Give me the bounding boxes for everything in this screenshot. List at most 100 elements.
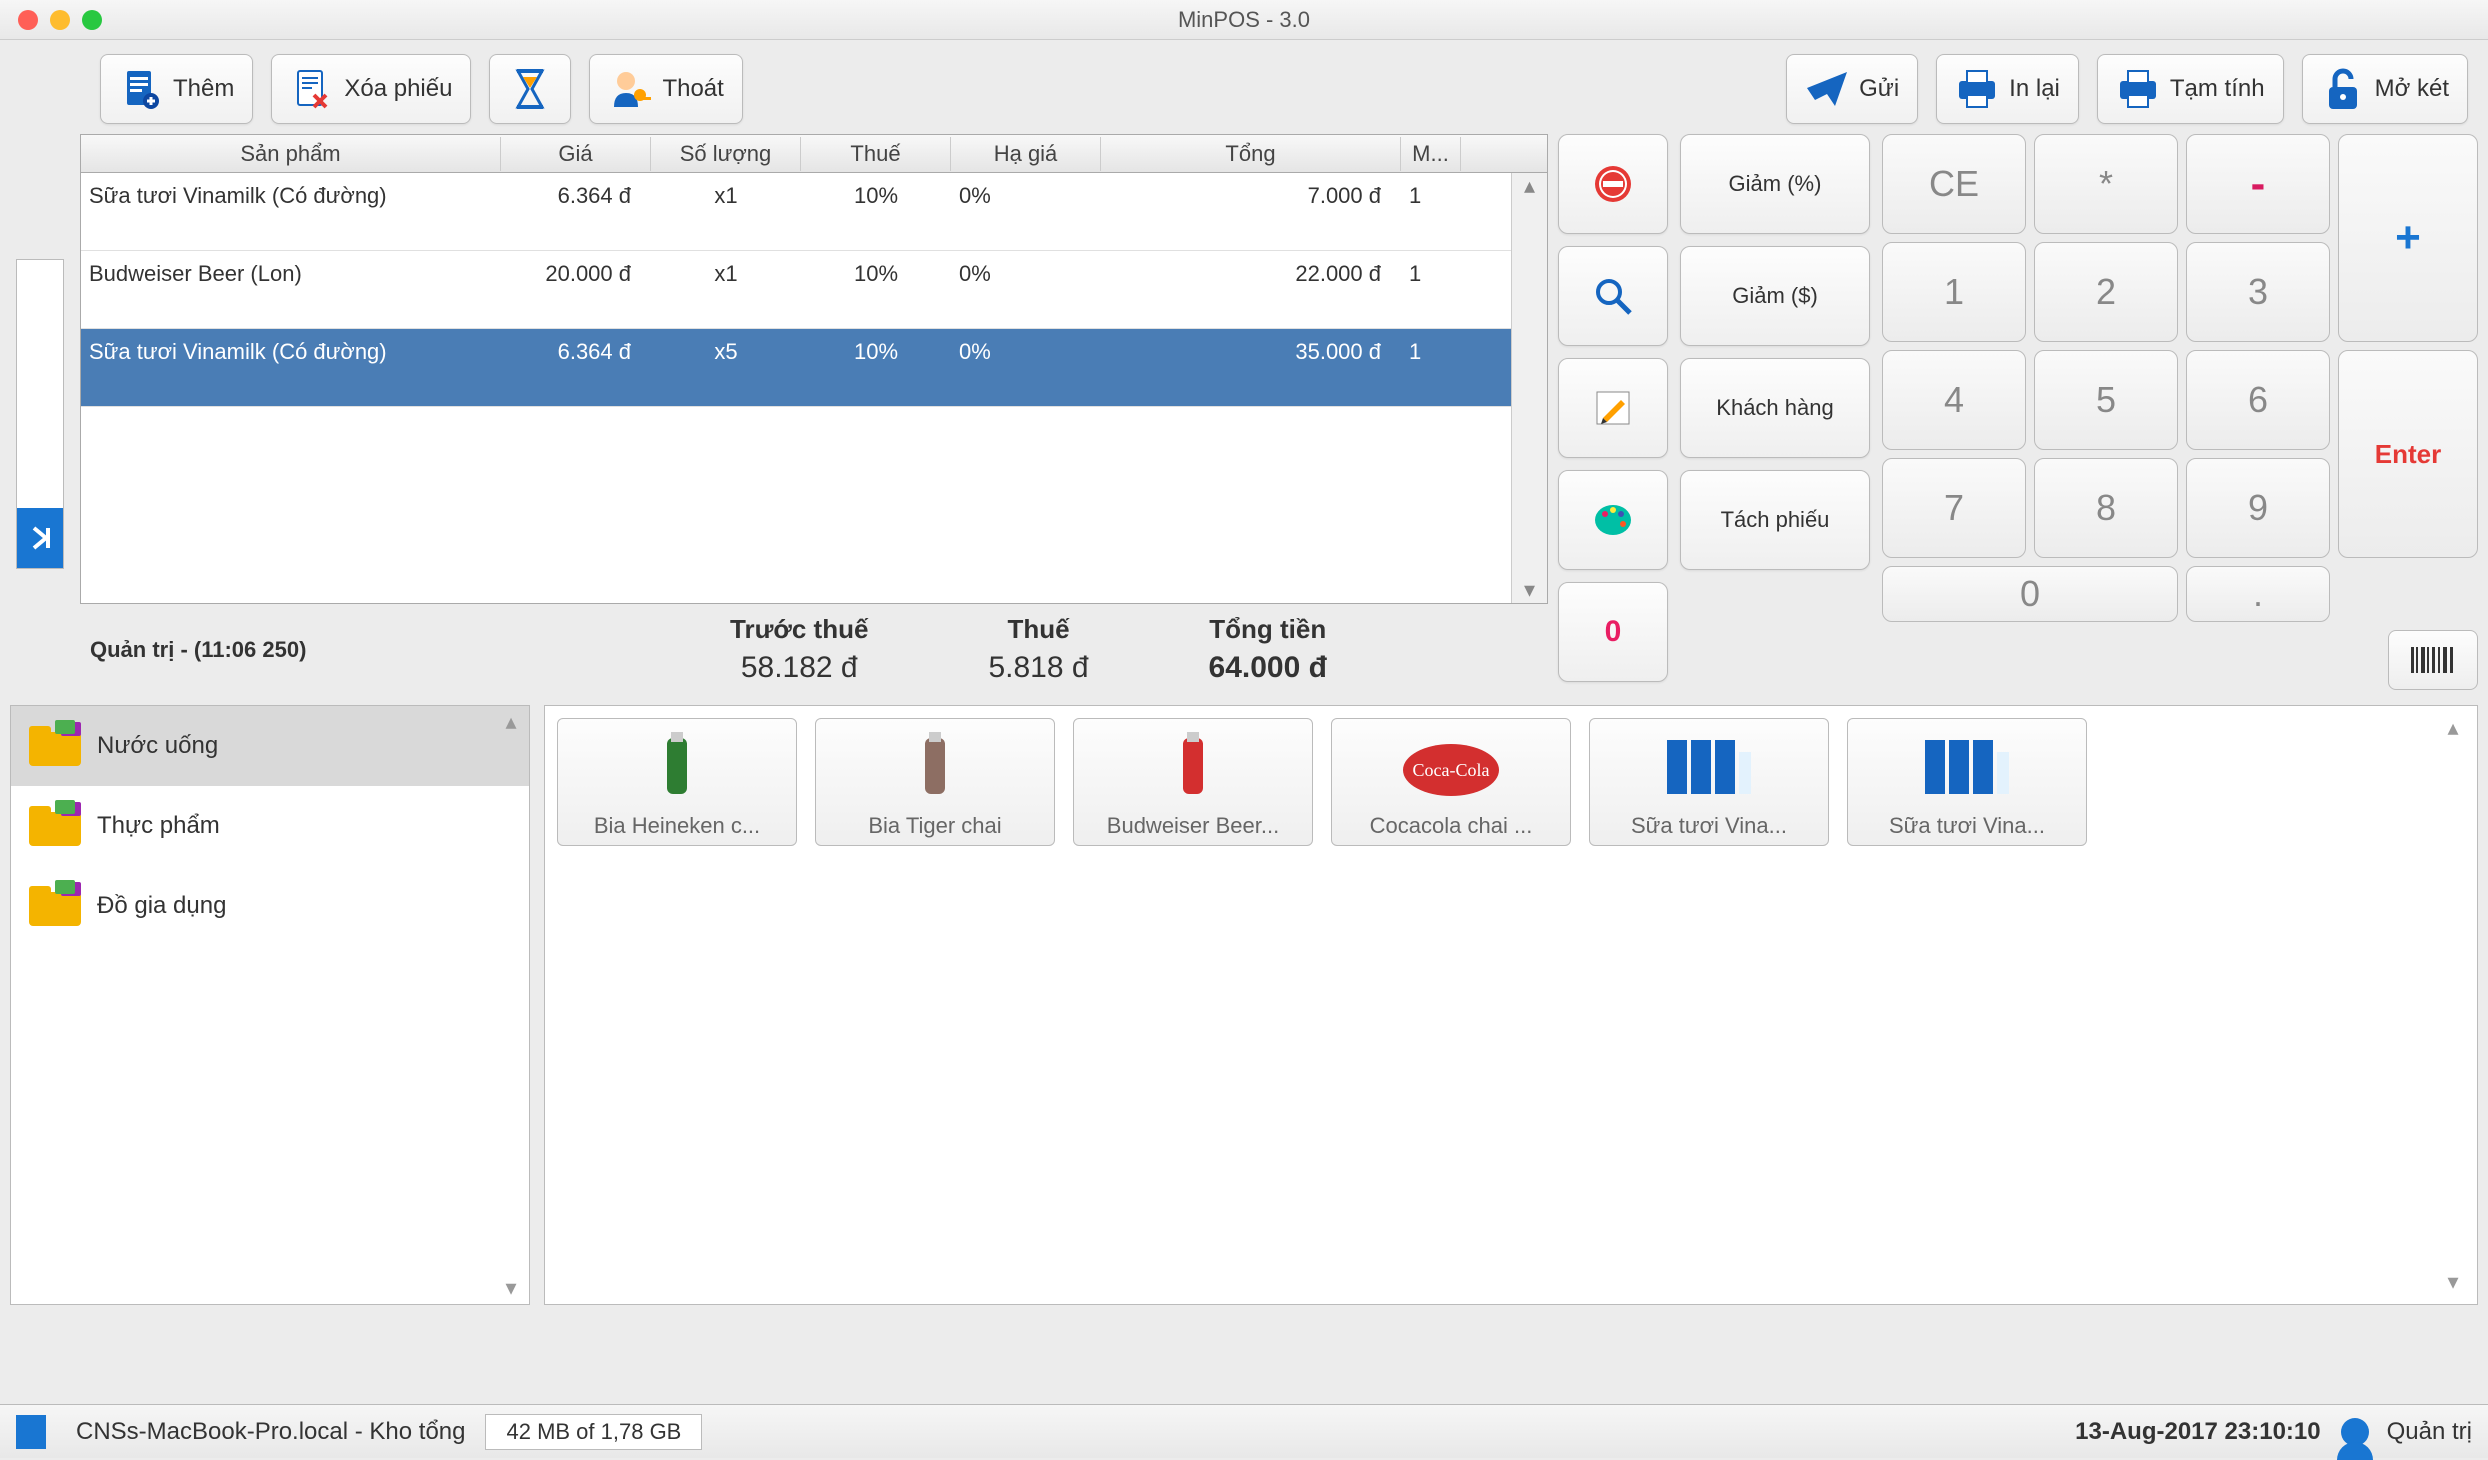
key-5[interactable]: 5	[2034, 350, 2178, 450]
chevron-right-icon	[26, 524, 54, 552]
product-name: Sữa tươi Vina...	[1596, 813, 1822, 839]
cell-tax: 10%	[801, 257, 951, 291]
key-enter[interactable]: Enter	[2338, 350, 2478, 558]
cell-total: 22.000 đ	[1101, 257, 1401, 291]
reprint-button-label: In lại	[2009, 75, 2060, 103]
product-card[interactable]: Bia Heineken c...	[557, 718, 797, 846]
cell-m: 1	[1401, 179, 1461, 213]
key-1[interactable]: 1	[1882, 242, 2026, 342]
status-user[interactable]: Quản trị	[2341, 1418, 2472, 1446]
edit-button[interactable]	[1558, 358, 1668, 458]
table-row[interactable]: Budweiser Beer (Lon)20.000 đx110%0%22.00…	[81, 251, 1547, 329]
product-name: Bia Tiger chai	[822, 813, 1048, 839]
product-card[interactable]: Bia Tiger chai	[815, 718, 1055, 846]
table-scrollbar[interactable]: ▴ ▾	[1511, 173, 1547, 603]
key-3[interactable]: 3	[2186, 242, 2330, 342]
send-button[interactable]: Gửi	[1786, 54, 1918, 124]
key-ce[interactable]: CE	[1882, 134, 2026, 234]
cell-m: 1	[1401, 257, 1461, 291]
key-star[interactable]: *	[2034, 134, 2178, 234]
th-product[interactable]: Sản phẩm	[81, 137, 501, 171]
barcode-button[interactable]	[2388, 630, 2478, 690]
logout-button[interactable]: Thoát	[589, 54, 742, 124]
left-toggle-box[interactable]	[16, 259, 64, 569]
th-m[interactable]: M...	[1401, 137, 1461, 171]
customer-button[interactable]: Khách hàng	[1680, 358, 1870, 458]
discount-amount-button[interactable]: Giảm ($)	[1680, 246, 1870, 346]
product-name: Bia Heineken c...	[564, 813, 790, 839]
search-icon	[1592, 275, 1634, 317]
product-thumb: Coca-Cola	[1332, 719, 1570, 813]
palette-icon	[1591, 498, 1635, 542]
category-panel: ▴ Nước uốngThực phẩm Đồ gia dụng ▾	[10, 705, 530, 1305]
folder-icon	[29, 806, 81, 846]
product-card[interactable]: Budweiser Beer...	[1073, 718, 1313, 846]
th-tax[interactable]: Thuế	[801, 137, 951, 171]
key-2[interactable]: 2	[2034, 242, 2178, 342]
delete-button[interactable]: Xóa phiếu	[271, 54, 471, 124]
key-4[interactable]: 4	[1882, 350, 2026, 450]
th-price[interactable]: Giá	[501, 137, 651, 171]
keypad: CE * - 1 2 3 + 4 5 6 7 8 9 Enter 0 .	[1882, 134, 2478, 690]
key-plus[interactable]: +	[2338, 134, 2478, 342]
hourglass-button[interactable]	[489, 54, 571, 124]
cell-tax: 10%	[801, 179, 951, 213]
cell-product: Sữa tươi Vinamilk (Có đường)	[81, 179, 501, 213]
opendrawer-button-label: Mở két	[2375, 75, 2449, 103]
add-button[interactable]: Thêm	[100, 54, 253, 124]
key-7[interactable]: 7	[1882, 458, 2026, 558]
printer-icon	[1955, 67, 1999, 111]
prod-scroll-down[interactable]: ▾	[2431, 1262, 2475, 1302]
reprint-button[interactable]: In lại	[1936, 54, 2079, 124]
document-plus-icon	[119, 67, 163, 111]
cell-discount: 0%	[951, 257, 1101, 291]
scroll-up-icon: ▴	[1524, 173, 1535, 199]
cell-tax: 10%	[801, 335, 951, 369]
user-info: Quản trị - (11:06 250)	[90, 637, 730, 663]
split-button[interactable]: Tách phiếu	[1680, 470, 1870, 570]
key-minus[interactable]: -	[2186, 134, 2330, 234]
table-row[interactable]: Sữa tươi Vinamilk (Có đường)6.364 đx110%…	[81, 173, 1547, 251]
key-0[interactable]: 0	[1882, 566, 2178, 622]
product-card[interactable]: Sữa tươi Vina...	[1847, 718, 2087, 846]
opendrawer-button[interactable]: Mở két	[2302, 54, 2468, 124]
product-card[interactable]: Sữa tươi Vina...	[1589, 718, 1829, 846]
zero-button[interactable]: 0	[1558, 582, 1668, 682]
search-button[interactable]	[1558, 246, 1668, 346]
category-item[interactable]: Thực phẩm	[11, 786, 529, 866]
barcode-icon	[2409, 645, 2457, 675]
category-label: Đồ gia dụng	[97, 892, 226, 920]
table-row[interactable]: Sữa tươi Vinamilk (Có đường)6.364 đx510%…	[81, 329, 1547, 407]
minus-circle-icon	[1591, 162, 1635, 206]
window-title: MinPOS - 3.0	[0, 7, 2488, 33]
category-item[interactable]: Nước uống	[11, 706, 529, 786]
cat-scroll-down[interactable]: ▾	[489, 1268, 533, 1308]
th-total[interactable]: Tổng	[1101, 137, 1401, 171]
statusbar: CNSs-MacBook-Pro.local - Kho tổng 42 MB …	[0, 1404, 2488, 1458]
key-dot[interactable]: .	[2186, 566, 2330, 622]
product-name: Cocacola chai ...	[1338, 813, 1564, 839]
tax-label: Thuế	[988, 614, 1088, 645]
remove-line-button[interactable]	[1558, 134, 1668, 234]
key-8[interactable]: 8	[2034, 458, 2178, 558]
receipt-table: Sản phẩm Giá Số lượng Thuế Hạ giá Tổng M…	[80, 134, 1548, 604]
color-button[interactable]	[1558, 470, 1668, 570]
category-item[interactable]: Đồ gia dụng	[11, 866, 529, 946]
discount-percent-button[interactable]: Giảm (%)	[1680, 134, 1870, 234]
document-x-icon	[290, 67, 334, 111]
user-key-icon	[608, 67, 652, 111]
cat-scroll-up[interactable]: ▴	[489, 702, 533, 742]
key-9[interactable]: 9	[2186, 458, 2330, 558]
product-name: Budweiser Beer...	[1080, 813, 1306, 839]
preprint-button[interactable]: Tạm tính	[2097, 54, 2284, 124]
th-discount[interactable]: Hạ giá	[951, 137, 1101, 171]
key-6[interactable]: 6	[2186, 350, 2330, 450]
scroll-down-icon: ▾	[1524, 577, 1535, 603]
cell-discount: 0%	[951, 179, 1101, 213]
titlebar: MinPOS - 3.0	[0, 0, 2488, 40]
th-qty[interactable]: Số lượng	[651, 137, 801, 171]
expand-tab[interactable]	[17, 508, 63, 568]
product-card[interactable]: Coca-ColaCocacola chai ...	[1331, 718, 1571, 846]
prod-scroll-up[interactable]: ▴	[2431, 708, 2475, 748]
product-name: Sữa tươi Vina...	[1854, 813, 2080, 839]
